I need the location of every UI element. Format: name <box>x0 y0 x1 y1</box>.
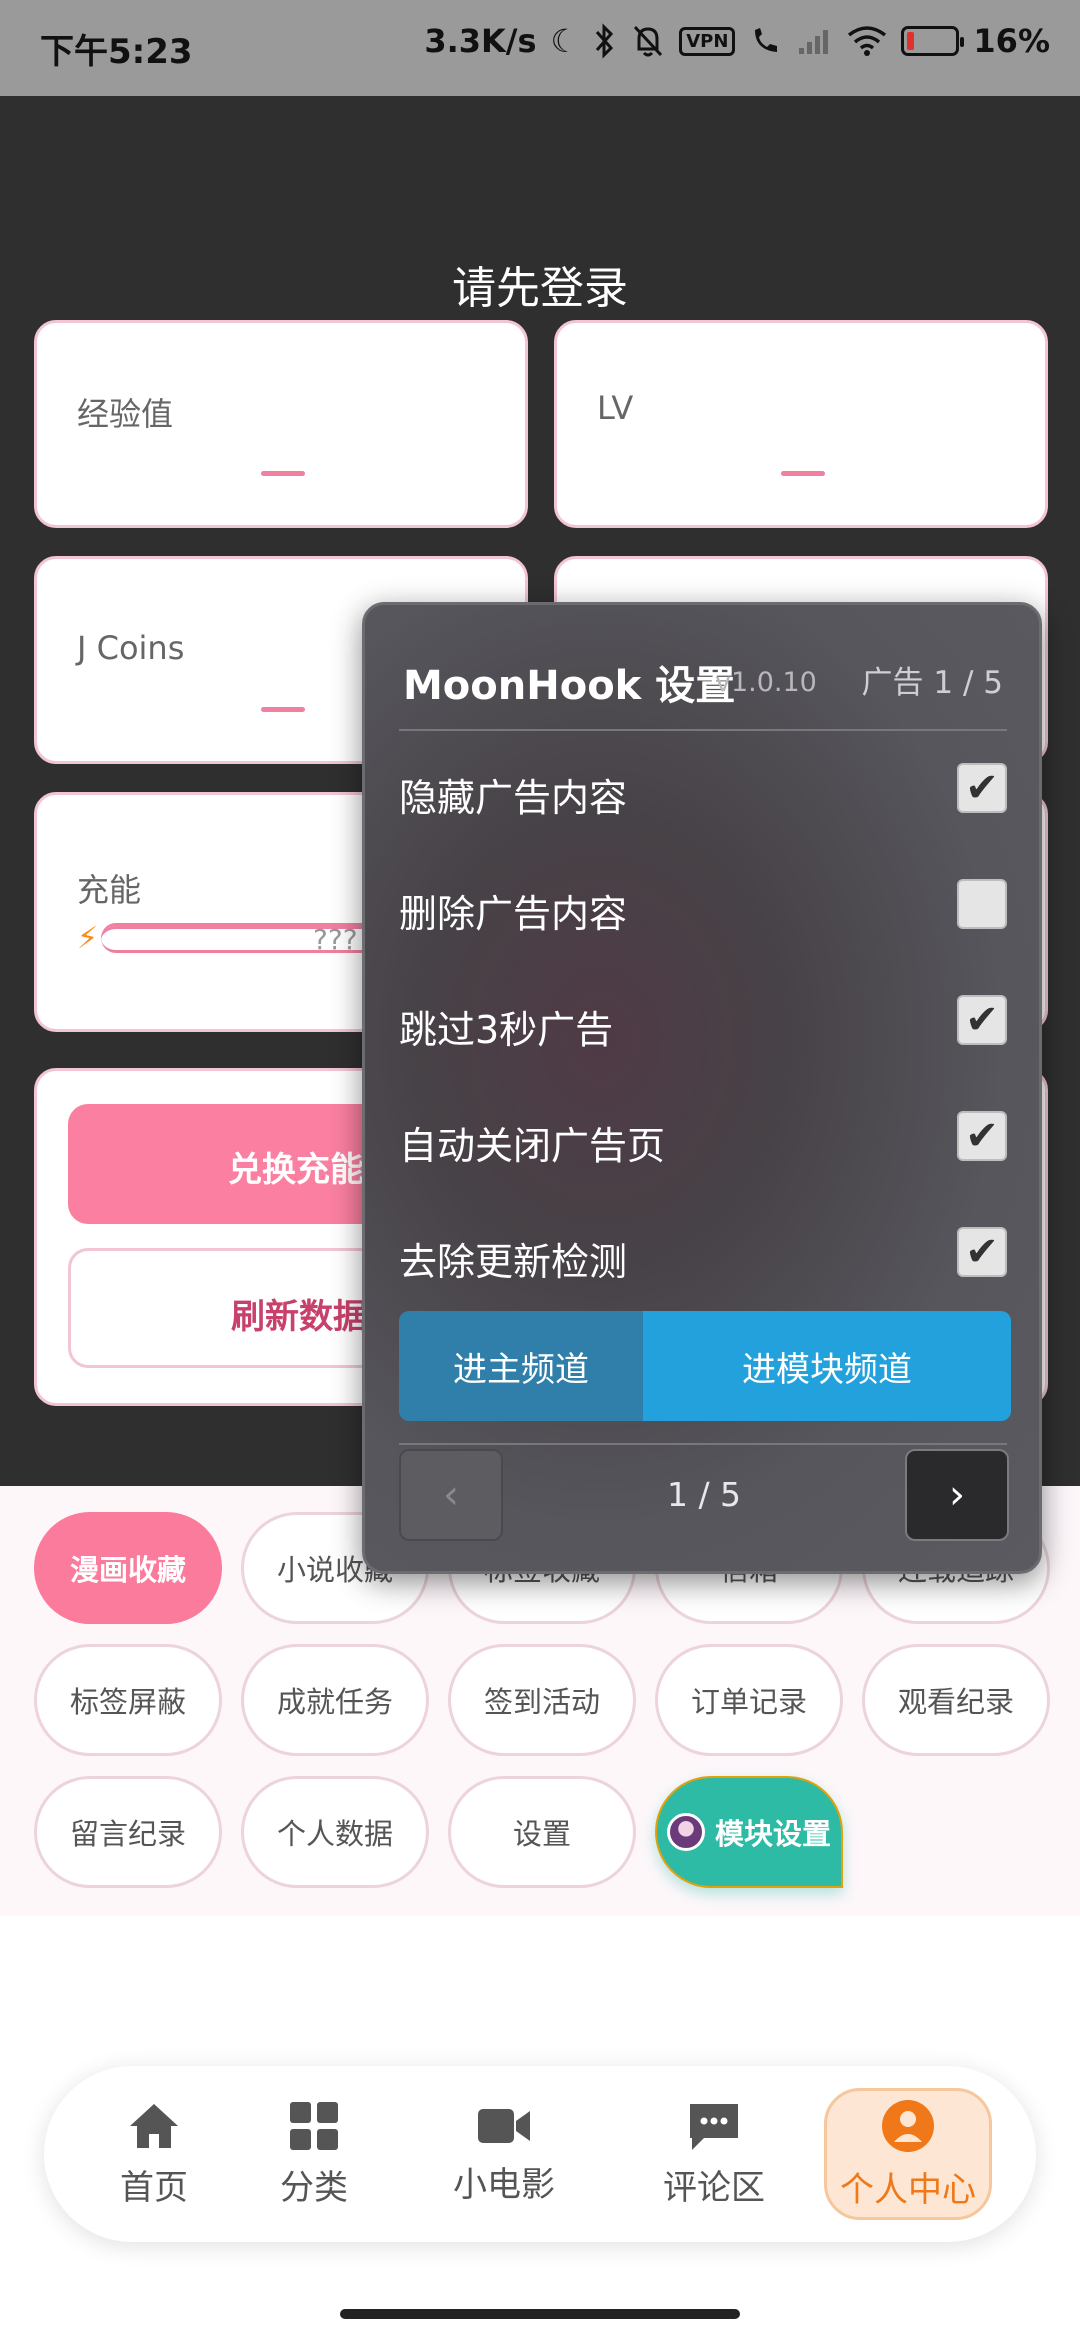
signal-icon <box>797 26 833 56</box>
exchange-energy-label: 兑换充能 <box>228 1150 364 1190</box>
user-icon <box>880 2098 936 2154</box>
option-auto-close-ad-page-label: 自动关闭广告页 <box>399 1124 666 1168</box>
option-auto-close-ad-page-checkbox[interactable]: ✔ <box>957 1111 1007 1161</box>
nav-category[interactable]: 分类 <box>244 2066 384 2242</box>
dialog-version: v1.0.10 <box>715 667 817 698</box>
exp-value <box>261 471 305 476</box>
option-skip-3s-ad-label: 跳过3秒广告 <box>399 1008 614 1052</box>
main-channel-button[interactable]: 进主频道 <box>399 1311 643 1421</box>
prev-page-button[interactable]: ‹ <box>399 1449 503 1541</box>
option-remove-update-check[interactable]: 去除更新检测 ✔ <box>399 1195 1007 1311</box>
net-speed: 3.3K/s <box>424 22 537 60</box>
nav-short-video[interactable]: 小电影 <box>404 2066 604 2242</box>
status-bar: 下午5:23 3.3K/s ☾ VPN 16% <box>0 0 1080 96</box>
nav-category-label: 分类 <box>280 2167 348 2208</box>
moon-icon: ☾ <box>550 22 580 60</box>
chip-settings[interactable]: 设置 <box>448 1776 636 1888</box>
chip-tag-block[interactable]: 标签屏蔽 <box>34 1644 222 1756</box>
status-icons: 3.3K/s ☾ VPN 16% <box>424 22 1050 60</box>
option-delete-ads-checkbox[interactable] <box>957 879 1007 929</box>
pager-divider <box>399 1443 1007 1445</box>
refresh-data-label: 刷新数据 <box>231 1297 367 1337</box>
home-icon <box>126 2100 182 2152</box>
nav-short-video-label: 小电影 <box>453 2164 555 2205</box>
chip-checkin[interactable]: 签到活动 <box>448 1644 636 1756</box>
home-indicator[interactable] <box>340 2309 740 2319</box>
next-page-button[interactable]: › <box>905 1449 1009 1541</box>
battery-icon <box>901 26 965 56</box>
level-value <box>781 471 825 476</box>
module-channel-button[interactable]: 进模块频道 <box>643 1311 1011 1421</box>
level-label: LV <box>597 389 634 427</box>
exp-label: 经验值 <box>77 395 174 433</box>
mute-bell-icon <box>631 23 665 59</box>
option-skip-3s-ad[interactable]: 跳过3秒广告 ✔ <box>399 963 1007 1079</box>
vpn-icon: VPN <box>679 26 736 56</box>
option-hide-ads-label: 隐藏广告内容 <box>399 776 628 820</box>
chip-comic-favorites[interactable]: 漫画收藏 <box>34 1512 222 1624</box>
wifi-icon <box>847 25 887 57</box>
chip-module-settings[interactable]: 模块设置 <box>655 1776 843 1888</box>
bluetooth-icon <box>593 23 617 59</box>
lightning-icon: ⚡ <box>77 921 99 956</box>
chip-personal-data[interactable]: 个人数据 <box>241 1776 429 1888</box>
level-card: LV <box>554 320 1048 528</box>
pager-label: 1 / 5 <box>666 1475 742 1514</box>
nav-comments-label: 评论区 <box>663 2167 765 2208</box>
chip-watch-history[interactable]: 观看纪录 <box>862 1644 1050 1756</box>
exp-card: 经验值 <box>34 320 528 528</box>
comment-icon <box>686 2100 742 2152</box>
dialog-page-indicator: 广告 1 / 5 <box>861 665 1003 701</box>
coins-label: J Coins <box>77 629 185 667</box>
option-remove-update-check-label: 去除更新检测 <box>399 1240 628 1284</box>
bottom-nav: 首页 分类 小电影 评论区 个人中心 <box>44 2066 1036 2242</box>
module-settings-label: 模块设置 <box>714 1817 831 1851</box>
moonhook-settings-dialog: MoonHook 设置 v1.0.10 广告 1 / 5 隐藏广告内容 ✔ 删除… <box>362 602 1042 1574</box>
chip-orders[interactable]: 订单记录 <box>655 1644 843 1756</box>
video-camera-icon <box>476 2103 532 2149</box>
call-icon <box>749 24 783 58</box>
nav-profile[interactable]: 个人中心 <box>824 2066 992 2242</box>
grid-icon <box>288 2100 340 2152</box>
option-remove-update-check-checkbox[interactable]: ✔ <box>957 1227 1007 1277</box>
chip-achievements[interactable]: 成就任务 <box>241 1644 429 1756</box>
nav-home[interactable]: 首页 <box>84 2066 224 2242</box>
nav-home-label: 首页 <box>120 2167 188 2208</box>
module-avatar-icon <box>666 1813 705 1851</box>
option-delete-ads[interactable]: 删除广告内容 <box>399 847 1007 963</box>
option-skip-3s-ad-checkbox[interactable]: ✔ <box>957 995 1007 1045</box>
energy-value: ??? <box>313 923 358 956</box>
battery-percent: 16% <box>973 22 1050 60</box>
login-prompt[interactable]: 请先登录 <box>0 252 1080 316</box>
energy-label: 充能 <box>77 871 142 909</box>
nav-profile-label: 个人中心 <box>840 2169 976 2210</box>
nav-comments[interactable]: 评论区 <box>614 2066 814 2242</box>
option-auto-close-ad-page[interactable]: 自动关闭广告页 ✔ <box>399 1079 1007 1195</box>
option-hide-ads[interactable]: 隐藏广告内容 ✔ <box>399 731 1007 847</box>
option-delete-ads-label: 删除广告内容 <box>399 892 628 936</box>
coins-value <box>261 707 305 712</box>
status-time: 下午5:23 <box>40 32 193 72</box>
chip-comment-history[interactable]: 留言纪录 <box>34 1776 222 1888</box>
option-hide-ads-checkbox[interactable]: ✔ <box>957 763 1007 813</box>
dialog-title: MoonHook 设置 <box>403 663 736 709</box>
